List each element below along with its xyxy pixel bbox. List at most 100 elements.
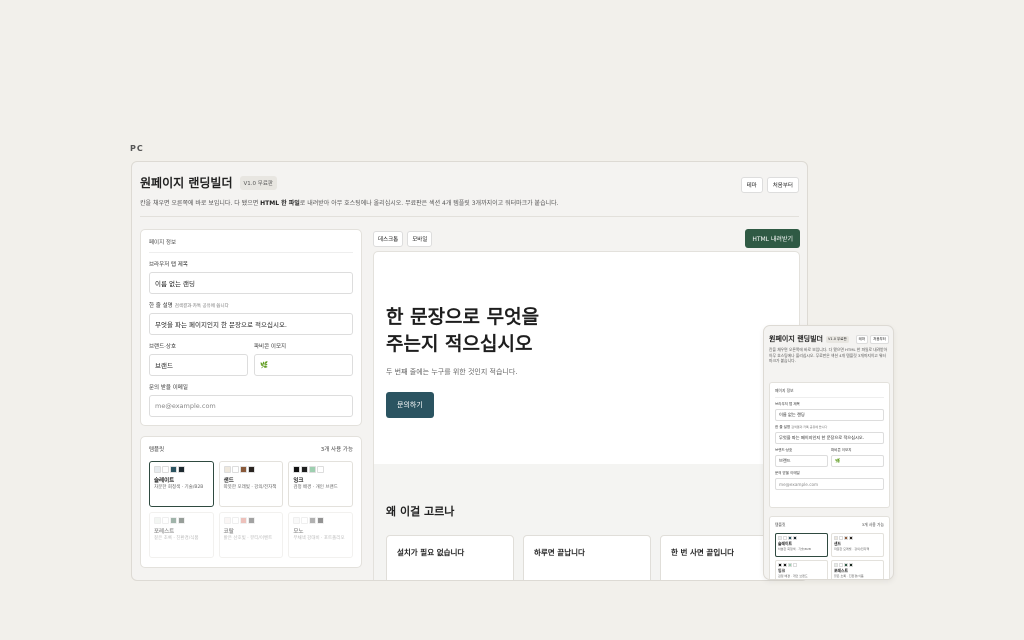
swatch-row xyxy=(223,466,279,473)
template-name: 잉크 xyxy=(293,478,304,484)
template-desc: 따뜻한 모래빛 · 강의/전자책 xyxy=(223,485,277,490)
mobile-page-info-panel: 페이지 정보 브라우저 탭 제목 이름 없는 랜딩 한 줄 설명 검색결과·카톡… xyxy=(769,382,890,508)
color-swatch xyxy=(317,466,325,473)
mobile-template-card[interactable]: 잉크 검정 배경 · 개인 브랜드 xyxy=(775,560,828,579)
template-name: 샌드 xyxy=(223,478,234,484)
summary-input[interactable]: 무엇을 파는 페이지인지 한 문장으로 적으십시오. xyxy=(149,313,353,335)
template-card[interactable]: 샌드 따뜻한 모래빛 · 강의/전자책 xyxy=(218,461,284,507)
color-swatch xyxy=(231,466,239,473)
mobile-tab-title-input[interactable]: 이름 없는 랜딩 xyxy=(775,409,884,421)
mobile-brand-input[interactable]: 브랜드 xyxy=(775,455,828,467)
color-swatch xyxy=(844,536,848,540)
color-swatch xyxy=(783,536,787,540)
mobile-template-card[interactable]: 슬레이트 차분한 회청색 · 기술/B2B xyxy=(775,533,828,557)
email-label: 문의 받을 이메일 xyxy=(149,385,188,391)
swatch-row xyxy=(778,563,825,567)
mobile-reset-button[interactable]: 처음부터 xyxy=(870,335,889,344)
color-swatch xyxy=(839,563,843,567)
tab-title-input[interactable]: 이름 없는 랜딩 xyxy=(149,272,353,294)
color-swatch xyxy=(301,517,309,524)
template-name: 코랄 xyxy=(223,529,234,535)
mobile-favicon-input[interactable]: 🌿 xyxy=(831,455,884,467)
color-swatch xyxy=(849,536,853,540)
template-desc: 짙은 초록 · 친환경/식품 xyxy=(154,536,199,541)
feature-card: 하루면 끝납니다 xyxy=(523,535,651,580)
template-panel: 템플릿 3개 사용 가능 슬레이트 차분한 회청색 · 기술/B2B 샌드 따뜻한 모… xyxy=(140,436,362,568)
color-swatch xyxy=(778,563,782,567)
color-swatch xyxy=(309,466,317,473)
desktop-frame: 원페이지 랜딩빌더 V1.0 무료판 테마 처음부터 칸을 채우면 오른쪽에 바… xyxy=(131,161,808,581)
mobile-summary-input[interactable]: 무엇을 파는 페이지인지 한 문장으로 적으십시오. xyxy=(775,432,884,444)
color-swatch xyxy=(247,517,255,524)
swatch-row xyxy=(293,466,348,473)
feature-card: 설치가 필요 없습니다 xyxy=(386,535,514,580)
template-desc: 차분한 회청색 · 기술/B2B xyxy=(778,547,811,551)
brand-input[interactable]: 브랜드 xyxy=(149,354,248,376)
tab-title-label: 브라우저 탭 제목 xyxy=(149,262,188,268)
favicon-input[interactable]: 🌿 xyxy=(254,354,353,376)
color-swatch xyxy=(317,517,325,524)
mobile-template-card[interactable]: 샌드 따뜻한 모래빛 · 강의/전자책 xyxy=(831,533,884,557)
template-count: 3개 사용 가능 xyxy=(320,447,353,453)
pc-label: PC xyxy=(130,144,144,153)
theme-button[interactable]: 테마 xyxy=(740,177,763,193)
template-card[interactable]: 포레스트 짙은 초록 · 친환경/식품 xyxy=(149,512,214,558)
template-card[interactable]: 잉크 검정 배경 · 개인 브랜드 xyxy=(288,461,353,507)
template-desc: 무채색 강대비 · 포트폴리오 xyxy=(293,536,345,541)
color-swatch xyxy=(834,536,838,540)
template-card[interactable]: 모노 무채색 강대비 · 포트폴리오 xyxy=(288,512,353,558)
color-swatch xyxy=(293,466,301,473)
brand-label: 브랜드·상호 xyxy=(149,344,177,350)
color-swatch xyxy=(788,563,792,567)
template-card[interactable]: 슬레이트 차분한 회청색 · 기술/B2B xyxy=(149,461,214,507)
mobile-email-input[interactable]: me@example.com xyxy=(775,478,884,490)
header-divider xyxy=(140,216,799,217)
mobile-theme-button[interactable]: 테마 xyxy=(855,335,869,344)
color-swatch xyxy=(839,536,843,540)
color-swatch xyxy=(154,517,161,524)
color-swatch xyxy=(309,517,317,524)
why-title: 왜 이걸 고르나 xyxy=(386,505,455,518)
version-badge: V1.0 무료판 xyxy=(239,175,277,190)
color-swatch xyxy=(834,563,838,567)
mobile-template-card[interactable]: 포레스트 짙은 초록 · 친환경/식품 xyxy=(831,560,884,579)
color-swatch xyxy=(239,466,247,473)
swatch-row xyxy=(293,517,348,524)
template-desc: 검정 배경 · 개인 브랜드 xyxy=(293,485,338,490)
color-swatch xyxy=(162,517,169,524)
color-swatch xyxy=(239,517,247,524)
preview-canvas: 한 문장으로 무엇을 주는지 적으십시오 두 번째 줄에는 누구를 위한 것인지 … xyxy=(373,251,800,580)
download-html-button[interactable]: HTML 내려받기 xyxy=(745,229,800,248)
template-panel-title: 템플릿 xyxy=(149,447,165,453)
color-swatch xyxy=(170,466,177,473)
template-card[interactable]: 코랄 밝은 산호빛 · 뷰티/이벤트 xyxy=(218,512,284,558)
color-swatch xyxy=(247,466,255,473)
color-swatch xyxy=(231,517,239,524)
reset-button[interactable]: 처음부터 xyxy=(766,177,799,193)
hero-subtitle: 두 번째 줄에는 누구를 위한 것인지 적습니다. xyxy=(386,368,518,376)
why-section: 왜 이걸 고르나 설치가 필요 없습니다 하루면 끝납니다 한 번 사면 끝입니… xyxy=(374,464,799,580)
preview-toolbar: 데스크톱 모바일 HTML 내려받기 xyxy=(373,229,800,248)
template-desc: 짙은 초록 · 친환경/식품 xyxy=(834,574,864,578)
favicon-label: 파비콘 이모지 xyxy=(254,344,287,350)
color-swatch xyxy=(301,466,309,473)
contact-button[interactable]: 문의하기 xyxy=(386,392,434,418)
email-input[interactable]: me@example.com xyxy=(149,395,353,417)
color-swatch xyxy=(170,517,177,524)
color-swatch xyxy=(162,466,169,473)
app-title: 원페이지 랜딩빌더 xyxy=(140,176,233,190)
app-description: 칸을 채우면 오른쪽에 바로 보입니다. 다 됐으면 HTML 한 파일로 내려… xyxy=(140,200,559,207)
color-swatch xyxy=(793,536,797,540)
page-info-panel: 페이지 정보 브라우저 탭 제목 이름 없는 랜딩 한 줄 설명 검색결과·카톡 … xyxy=(140,229,362,426)
tab-mobile[interactable]: 모바일 xyxy=(407,230,433,247)
color-swatch xyxy=(849,563,853,567)
color-swatch xyxy=(178,517,185,524)
hero-title: 한 문장으로 무엇을 주는지 적으십시오 xyxy=(386,306,540,355)
template-desc: 검정 배경 · 개인 브랜드 xyxy=(778,574,808,578)
app-header: 원페이지 랜딩빌더 V1.0 무료판 테마 처음부터 칸을 채우면 오른쪽에 바… xyxy=(140,174,799,207)
template-name: 포레스트 xyxy=(154,529,175,535)
tab-desktop[interactable]: 데스크톱 xyxy=(373,230,404,247)
mobile-template-panel: 템플릿 3개 사용 가능 슬레이트 차분한 회청색 · 기술/B2B 샌드 따뜻한 모래… xyxy=(769,516,890,579)
color-swatch xyxy=(223,517,231,524)
swatch-row xyxy=(778,536,825,540)
